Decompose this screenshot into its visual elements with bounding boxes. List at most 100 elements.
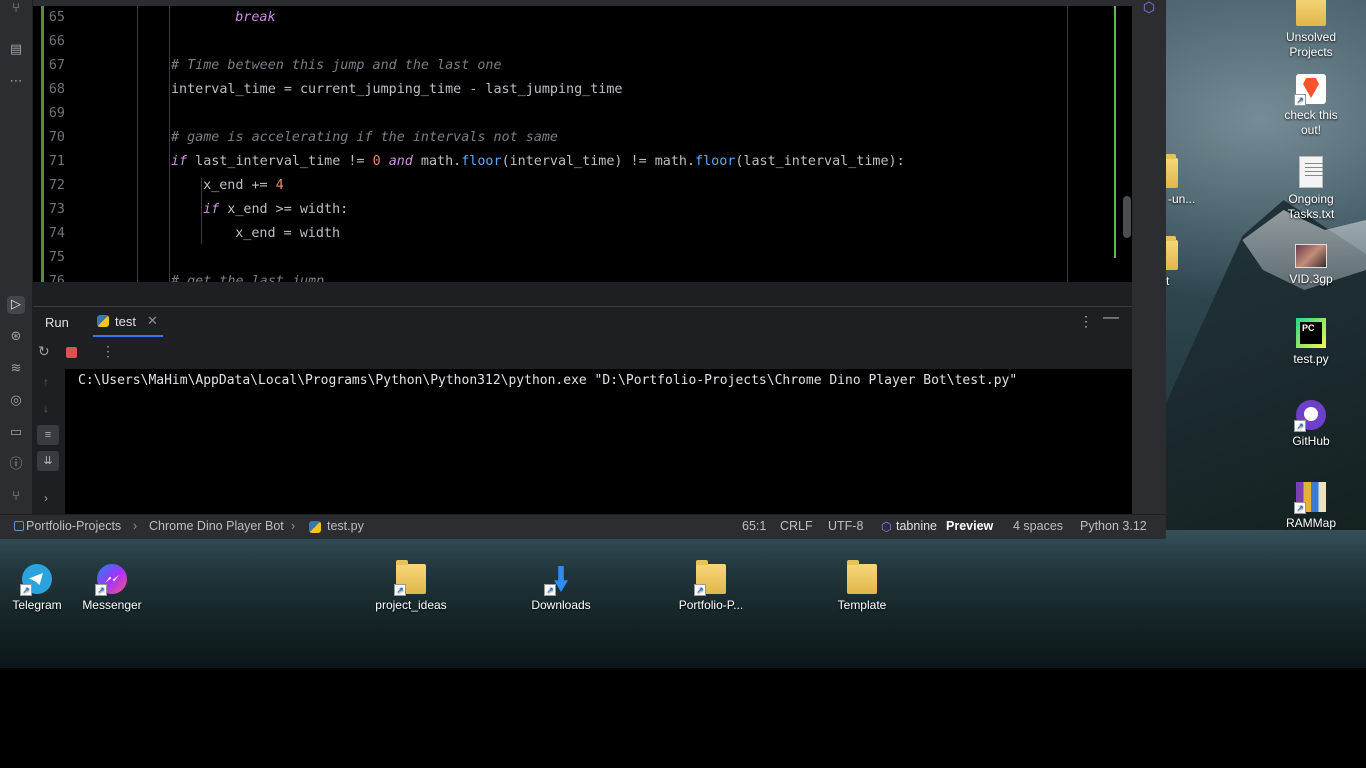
desktop-icon-label: t: [1166, 274, 1170, 288]
code-token: floor: [695, 154, 736, 169]
folder-icon: [1296, 0, 1326, 26]
code-text: # Time between this jump and the last on…: [171, 54, 502, 78]
desktop-icon-label: Messenger: [82, 598, 142, 612]
breadcrumb-folder[interactable]: Chrome Dino Player Bot: [149, 519, 284, 533]
folder-icon: ↗: [694, 560, 726, 596]
code-text: x_end = width: [235, 222, 340, 246]
line-number: 66: [48, 34, 65, 49]
desktop-icon-label: RAMMap: [1285, 516, 1336, 530]
close-tab-icon[interactable]: ✕: [147, 313, 158, 329]
tabnine-icon[interactable]: ⬡: [1141, 0, 1157, 16]
code-token: x_end = width: [235, 226, 341, 241]
change-marker-bar: [1114, 0, 1116, 258]
code-token: interval_time = current_jumping_time - l…: [171, 82, 623, 97]
right-tool-strip: ⬡: [1132, 0, 1166, 538]
desktop-icon-label: project_ideas: [375, 598, 447, 612]
github-icon: ↗: [1294, 400, 1326, 432]
more-tools-icon[interactable]: ⋯: [7, 73, 25, 91]
indent-setting[interactable]: 4 spaces: [1013, 519, 1063, 533]
desktop-icon-rammap[interactable]: ↗ RAMMap: [1273, 482, 1349, 531]
desktop-icon-video[interactable]: VID.3gp: [1273, 244, 1349, 287]
line-number: 73: [48, 202, 65, 217]
line-number: 69: [48, 106, 65, 121]
stop-icon[interactable]: [66, 347, 77, 358]
line-number: 67: [48, 58, 65, 73]
pull-requests-icon[interactable]: ⑂: [7, 0, 25, 18]
desktop-icon-project-ideas[interactable]: ↗ project_ideas: [368, 560, 454, 613]
problems-icon[interactable]: ⓘ: [7, 456, 25, 474]
soft-wrap-icon[interactable]: ≡: [37, 425, 59, 445]
tabnine-mode[interactable]: Preview: [946, 519, 993, 533]
folder-icon: [1164, 236, 1178, 270]
code-token: last_interval_time !=: [187, 154, 373, 169]
code-token: and: [388, 154, 413, 169]
scroll-to-end-icon[interactable]: ⇊: [37, 451, 59, 471]
run-config-tab-label: test: [115, 314, 136, 329]
console-output[interactable]: C:\Users\MaHim\AppData\Local\Programs\Py…: [78, 373, 1017, 388]
breadcrumb-separator-icon: ›: [133, 519, 138, 533]
desktop-icon-template[interactable]: Template: [824, 560, 900, 613]
left-tool-strip: ⑂ ▤ ⋯ ▷ ⊛ ≋ ◎ ▭ ⓘ ⑂: [0, 0, 33, 538]
video-thumbnail-icon: [1295, 244, 1327, 268]
desktop-icon-ongoing-tasks[interactable]: Ongoing Tasks.txt: [1273, 156, 1349, 222]
options-menu-icon[interactable]: ⋮: [1079, 313, 1093, 330]
scroll-down-icon[interactable]: ↓: [43, 401, 49, 415]
folder-icon: [1164, 154, 1178, 188]
code-editor[interactable]: 65 break 66 67 # Time between this jump and …: [33, 0, 1132, 282]
desktop-icon-portfolio-projects[interactable]: ↗ Portfolio-P...: [673, 560, 749, 613]
code-token: floor: [461, 154, 502, 169]
desktop-icon-label: Template: [837, 598, 887, 612]
code-token: x_end >= width:: [219, 202, 349, 217]
console-side-toolbar: ↑ ↓ ≡ ⇊ ›: [33, 369, 65, 514]
python-interpreter[interactable]: Python 3.12: [1080, 519, 1147, 533]
desktop-icon-label: Unsolved Projects: [1285, 30, 1337, 59]
folder-icon: ↗: [394, 560, 426, 596]
indent-guide: [137, 0, 138, 282]
terminal-icon[interactable]: ▭: [7, 424, 25, 442]
scroll-up-icon[interactable]: ↑: [43, 375, 49, 389]
messenger-icon: ↗: [95, 564, 127, 596]
more-options-icon[interactable]: ⋮: [101, 343, 115, 360]
desktop-icon-test-py[interactable]: PC test.py: [1273, 318, 1349, 367]
project-icon: [14, 521, 24, 531]
line-number: 68: [48, 82, 65, 97]
desktop-icon-messenger[interactable]: ↗ Messenger: [74, 564, 150, 613]
run-config-tab[interactable]: test ✕: [93, 307, 163, 337]
minimize-icon[interactable]: —: [1103, 309, 1119, 327]
code-token: if: [171, 154, 188, 169]
desktop-icon-github[interactable]: ↗ GitHub: [1273, 400, 1349, 449]
code-token: # game is accelerating if the intervals …: [171, 130, 558, 145]
file-encoding[interactable]: UTF-8: [828, 519, 863, 533]
caret-position[interactable]: 65:1: [742, 519, 766, 533]
expand-chevron-icon[interactable]: ›: [44, 491, 48, 505]
rerun-icon[interactable]: ↻: [38, 344, 50, 360]
desktop-icon-telegram[interactable]: ↗ Telegram: [0, 564, 74, 613]
editor-scrollbar[interactable]: [1123, 196, 1131, 238]
services-icon[interactable]: ◎: [7, 392, 25, 410]
structure-icon[interactable]: ▤: [7, 41, 25, 59]
line-number: 75: [48, 250, 65, 265]
line-separator[interactable]: CRLF: [780, 519, 813, 533]
code-token: break: [235, 10, 276, 25]
line-number: 74: [48, 226, 65, 241]
git-icon[interactable]: ⑂: [7, 488, 25, 506]
breadcrumb-file[interactable]: test.py: [327, 519, 364, 533]
desktop-icon-label: Portfolio-P...: [678, 598, 744, 612]
code-token: if: [203, 202, 220, 217]
tabnine-label[interactable]: tabnine: [896, 519, 937, 533]
run-tool-icon[interactable]: ▷: [7, 296, 25, 314]
tabnine-icon: ⬡: [881, 519, 892, 534]
layers-icon[interactable]: ≋: [7, 360, 25, 378]
desktop-icon-unsolved-projects[interactable]: Unsolved Projects: [1273, 0, 1349, 60]
code-token: (last_interval_time):: [735, 154, 905, 169]
desktop-icon-label: Ongoing Tasks.txt: [1287, 192, 1335, 221]
right-margin-guide: [1067, 0, 1068, 282]
telegram-icon: ↗: [20, 564, 52, 596]
line-number: 72: [48, 178, 65, 193]
run-panel-header: Run test ✕ ⋮ —: [33, 306, 1132, 337]
desktop-icon-downloads[interactable]: ↗ Downloads: [523, 564, 599, 613]
desktop-icon-check-this-out[interactable]: ↗ check this out!: [1273, 74, 1349, 138]
code-token: # Time between this jump and the last on…: [171, 58, 502, 73]
python-packages-icon[interactable]: ⊛: [7, 328, 25, 346]
breadcrumb-project[interactable]: Portfolio-Projects: [26, 519, 121, 533]
